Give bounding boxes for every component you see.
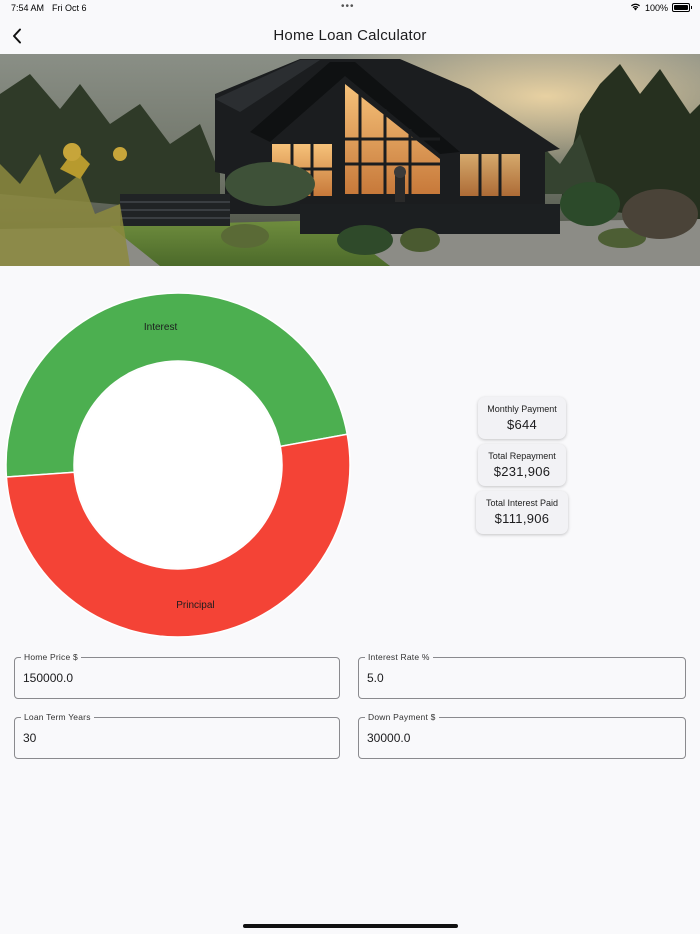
status-time: 7:54 AM bbox=[11, 3, 45, 13]
monthly-payment-value: $644 bbox=[506, 417, 538, 432]
battery-percent: 100% bbox=[644, 2, 668, 13]
home-indicator[interactable] bbox=[243, 924, 458, 928]
status-right: 100% bbox=[630, 2, 692, 13]
loan-breakdown-chart: Interest Principal bbox=[0, 285, 360, 645]
total-repayment-label: Total Repayment bbox=[488, 451, 556, 461]
monthly-payment-card: Monthly Payment $644 bbox=[478, 397, 566, 439]
interest-rate-label: Interest Rate % bbox=[365, 652, 433, 662]
status-bar: 7:54 AM Fri Oct 6 ••• 100% bbox=[0, 0, 700, 18]
loan-term-label: Loan Term Years bbox=[21, 712, 94, 722]
total-repayment-card: Total Repayment $231,906 bbox=[478, 444, 566, 486]
home-price-label: Home Price $ bbox=[21, 652, 81, 662]
home-price-input[interactable] bbox=[23, 671, 323, 685]
interest-rate-input[interactable] bbox=[367, 671, 667, 685]
down-payment-field[interactable]: Down Payment $ bbox=[358, 712, 686, 759]
total-repayment-value: $231,906 bbox=[493, 464, 551, 479]
down-payment-input[interactable] bbox=[367, 731, 667, 745]
monthly-payment-label: Monthly Payment bbox=[487, 404, 557, 414]
wifi-icon bbox=[630, 2, 641, 13]
multitasking-dots[interactable]: ••• bbox=[341, 1, 355, 12]
donut-hole bbox=[75, 362, 281, 568]
total-interest-card: Total Interest Paid $111,906 bbox=[476, 491, 568, 534]
house-hero-image bbox=[0, 54, 700, 266]
loan-term-field[interactable]: Loan Term Years bbox=[14, 712, 340, 759]
battery-icon bbox=[672, 3, 692, 12]
navigation-bar: Home Loan Calculator bbox=[0, 18, 700, 54]
total-interest-value: $111,906 bbox=[494, 511, 550, 526]
status-date: Fri Oct 6 bbox=[52, 3, 87, 13]
total-interest-label: Total Interest Paid bbox=[485, 498, 559, 508]
loan-term-input[interactable] bbox=[23, 731, 323, 745]
down-payment-label: Down Payment $ bbox=[365, 712, 439, 722]
slice-label-principal: Principal bbox=[176, 600, 214, 611]
slice-label-interest: Interest bbox=[144, 322, 178, 333]
home-price-field[interactable]: Home Price $ bbox=[14, 652, 340, 699]
page-title: Home Loan Calculator bbox=[273, 27, 427, 44]
interest-rate-field[interactable]: Interest Rate % bbox=[358, 652, 686, 699]
